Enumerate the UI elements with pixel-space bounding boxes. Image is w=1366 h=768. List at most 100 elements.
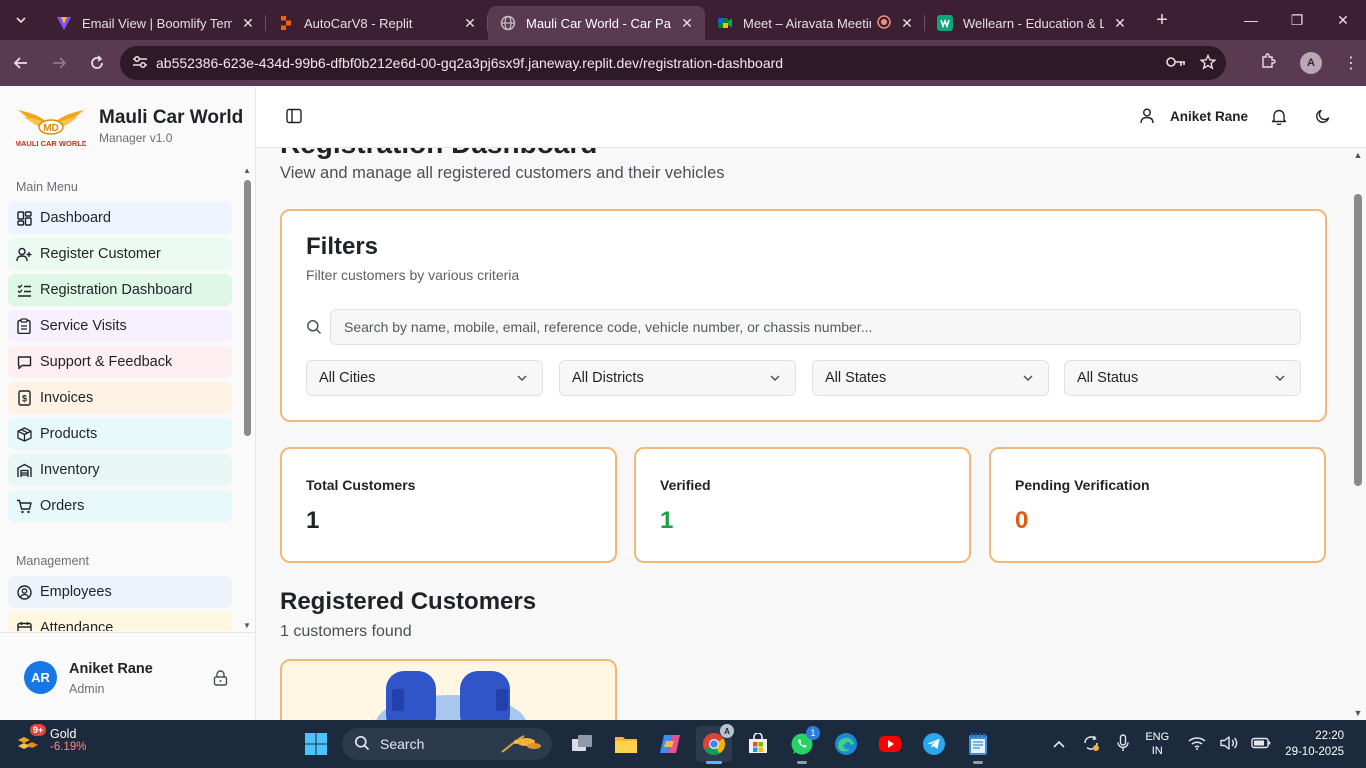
window-controls: — ❐ ✕	[1228, 0, 1366, 40]
more-menu-icon[interactable]: ⋮	[1336, 53, 1366, 73]
maximize-icon[interactable]: ❐	[1274, 0, 1320, 40]
avatar[interactable]: AR	[24, 661, 57, 694]
telegram-icon[interactable]	[916, 726, 952, 762]
widget-title: Gold	[50, 727, 77, 741]
sidebar-item-employees[interactable]: Employees	[8, 576, 232, 608]
volume-icon[interactable]	[1213, 735, 1245, 754]
browser-tab-boomlify[interactable]: Email View | Boomlify Tempo ✕	[44, 6, 266, 40]
language-code: ENG	[1145, 731, 1170, 743]
sidebar-item-label: Attendance	[40, 620, 114, 631]
wifi-icon[interactable]	[1181, 736, 1213, 753]
sidebar-item-inventory[interactable]: Inventory	[8, 454, 232, 486]
minimize-icon[interactable]: —	[1228, 0, 1274, 40]
sidebar-item-attendance[interactable]: Attendance	[8, 612, 232, 631]
bell-icon[interactable]	[1271, 108, 1287, 130]
moon-icon[interactable]	[1315, 108, 1331, 129]
list-check-icon	[16, 282, 32, 298]
notepad-icon[interactable]	[960, 726, 996, 764]
tab-close-icon[interactable]: ✕	[899, 15, 915, 32]
brand[interactable]: MD MAULI CAR WORLD Mauli Car World Manag…	[15, 104, 244, 148]
scroll-up-icon[interactable]: ▲	[1350, 150, 1366, 160]
browser-tab-meet[interactable]: Meet – Airavata Meeting ✕	[705, 6, 925, 40]
scroll-down-icon[interactable]: ▼	[242, 621, 252, 630]
browser-tab-replit[interactable]: AutoCarV8 - Replit ✕	[266, 6, 488, 40]
sidebar-item-registration-dashboard[interactable]: Registration Dashboard	[8, 274, 232, 306]
widgets-gold[interactable]: 9+ Gold -6.19%	[14, 724, 86, 754]
window-close-icon[interactable]: ✕	[1320, 0, 1366, 40]
reload-icon[interactable]	[80, 46, 114, 80]
browser-tab-strip: Email View | Boomlify Tempo ✕ AutoCarV8 …	[0, 0, 1366, 40]
scroll-down-icon[interactable]: ▼	[1350, 708, 1366, 718]
sidebar-item-label: Inventory	[40, 462, 100, 478]
tab-title: AutoCarV8 - Replit	[304, 15, 413, 31]
youtube-icon[interactable]	[872, 726, 908, 762]
sidebar-item-label: Orders	[40, 498, 85, 514]
tab-close-icon[interactable]: ✕	[679, 15, 695, 32]
bookmark-star-icon[interactable]	[1199, 53, 1217, 73]
stat-value: 1	[306, 507, 320, 534]
battery-icon[interactable]	[1245, 736, 1277, 752]
microsoft-store-icon[interactable]	[740, 726, 776, 762]
header-user[interactable]: Aniket Rane	[1140, 108, 1248, 124]
scrollbar-thumb[interactable]	[244, 180, 251, 436]
address-bar[interactable]: ab552386-623e-434d-99b6-dfbf0b212e6d-00-…	[120, 46, 1226, 80]
scrollbar-thumb[interactable]	[1354, 194, 1362, 486]
tab-close-icon[interactable]: ✕	[1112, 15, 1128, 32]
browser-tab-mauli-active[interactable]: Mauli Car World - Car Parts & ✕	[488, 6, 705, 40]
header-user-name: Aniket Rane	[1170, 108, 1249, 124]
customer-card[interactable]	[280, 659, 617, 720]
edge-icon[interactable]	[828, 726, 864, 762]
sidebar-item-dashboard[interactable]: Dashboard	[8, 202, 232, 234]
task-view-icon[interactable]	[564, 726, 600, 762]
browser-tab-wellearn[interactable]: Wellearn - Education & LMS ✕	[925, 6, 1138, 40]
extensions-icon[interactable]	[1250, 53, 1286, 73]
tab-search-dropdown-icon[interactable]	[6, 5, 36, 35]
language-indicator[interactable]: ENG IN	[1145, 730, 1169, 758]
clock-time: 22:20	[1315, 730, 1344, 742]
state-select[interactable]: All States	[812, 360, 1049, 396]
password-key-icon[interactable]	[1166, 55, 1186, 71]
stat-label: Pending Verification	[1015, 477, 1150, 493]
content-scrollbar[interactable]: ▲ ▼	[1350, 148, 1366, 720]
customer-search-input[interactable]	[330, 309, 1301, 345]
chrome-icon[interactable]: A	[696, 724, 734, 764]
district-select[interactable]: All Districts	[559, 360, 796, 396]
copilot-icon[interactable]	[652, 726, 688, 762]
sidebar-toggle-icon[interactable]	[286, 108, 302, 129]
sidebar-user-card: AR Aniket Rane Admin	[0, 632, 256, 720]
sidebar-item-invoices[interactable]: $ Invoices	[8, 382, 232, 414]
whatsapp-icon[interactable]: 1	[784, 726, 820, 764]
customers-count: 1 customers found	[280, 623, 412, 640]
calendar-icon	[16, 620, 32, 631]
site-info-icon[interactable]	[132, 55, 154, 72]
sidebar-item-service-visits[interactable]: Service Visits	[8, 310, 232, 342]
mauli-logo: MD MAULI CAR WORLD	[15, 104, 88, 148]
start-icon[interactable]	[298, 726, 334, 762]
taskbar-search[interactable]: Search	[342, 728, 552, 760]
scroll-up-icon[interactable]: ▲	[242, 166, 252, 175]
sidebar-scrollbar[interactable]: ▲ ▼	[242, 166, 252, 630]
tab-close-icon[interactable]: ✕	[462, 15, 478, 32]
sidebar-item-products[interactable]: Products	[8, 418, 232, 450]
city-select[interactable]: All Cities	[306, 360, 543, 396]
message-icon	[16, 354, 32, 370]
lock-icon[interactable]	[213, 670, 228, 691]
status-select[interactable]: All Status	[1064, 360, 1301, 396]
browser-toolbar: ab552386-623e-434d-99b6-dfbf0b212e6d-00-…	[0, 40, 1366, 86]
sync-icon[interactable]	[1075, 734, 1107, 755]
new-tab-button[interactable]: +	[1148, 6, 1176, 34]
profile-avatar[interactable]: A	[1300, 52, 1322, 74]
system-clock[interactable]: 22:20 29-10-2025	[1285, 728, 1344, 760]
sidebar-item-support-feedback[interactable]: Support & Feedback	[8, 346, 232, 378]
back-icon[interactable]	[4, 46, 38, 80]
tab-title: Wellearn - Education & LMS	[963, 15, 1104, 31]
show-hidden-icons-icon[interactable]	[1043, 736, 1075, 752]
tab-close-icon[interactable]: ✕	[240, 15, 256, 32]
user-circle-icon	[16, 584, 32, 600]
microphone-icon[interactable]	[1107, 733, 1139, 755]
sidebar-item-orders[interactable]: Orders	[8, 490, 232, 522]
system-tray: ENG IN 22:20 29-10-2025	[1043, 720, 1366, 768]
forward-icon[interactable]	[42, 46, 76, 80]
sidebar-item-register-customer[interactable]: Register Customer	[8, 238, 232, 270]
file-explorer-icon[interactable]	[608, 726, 644, 762]
